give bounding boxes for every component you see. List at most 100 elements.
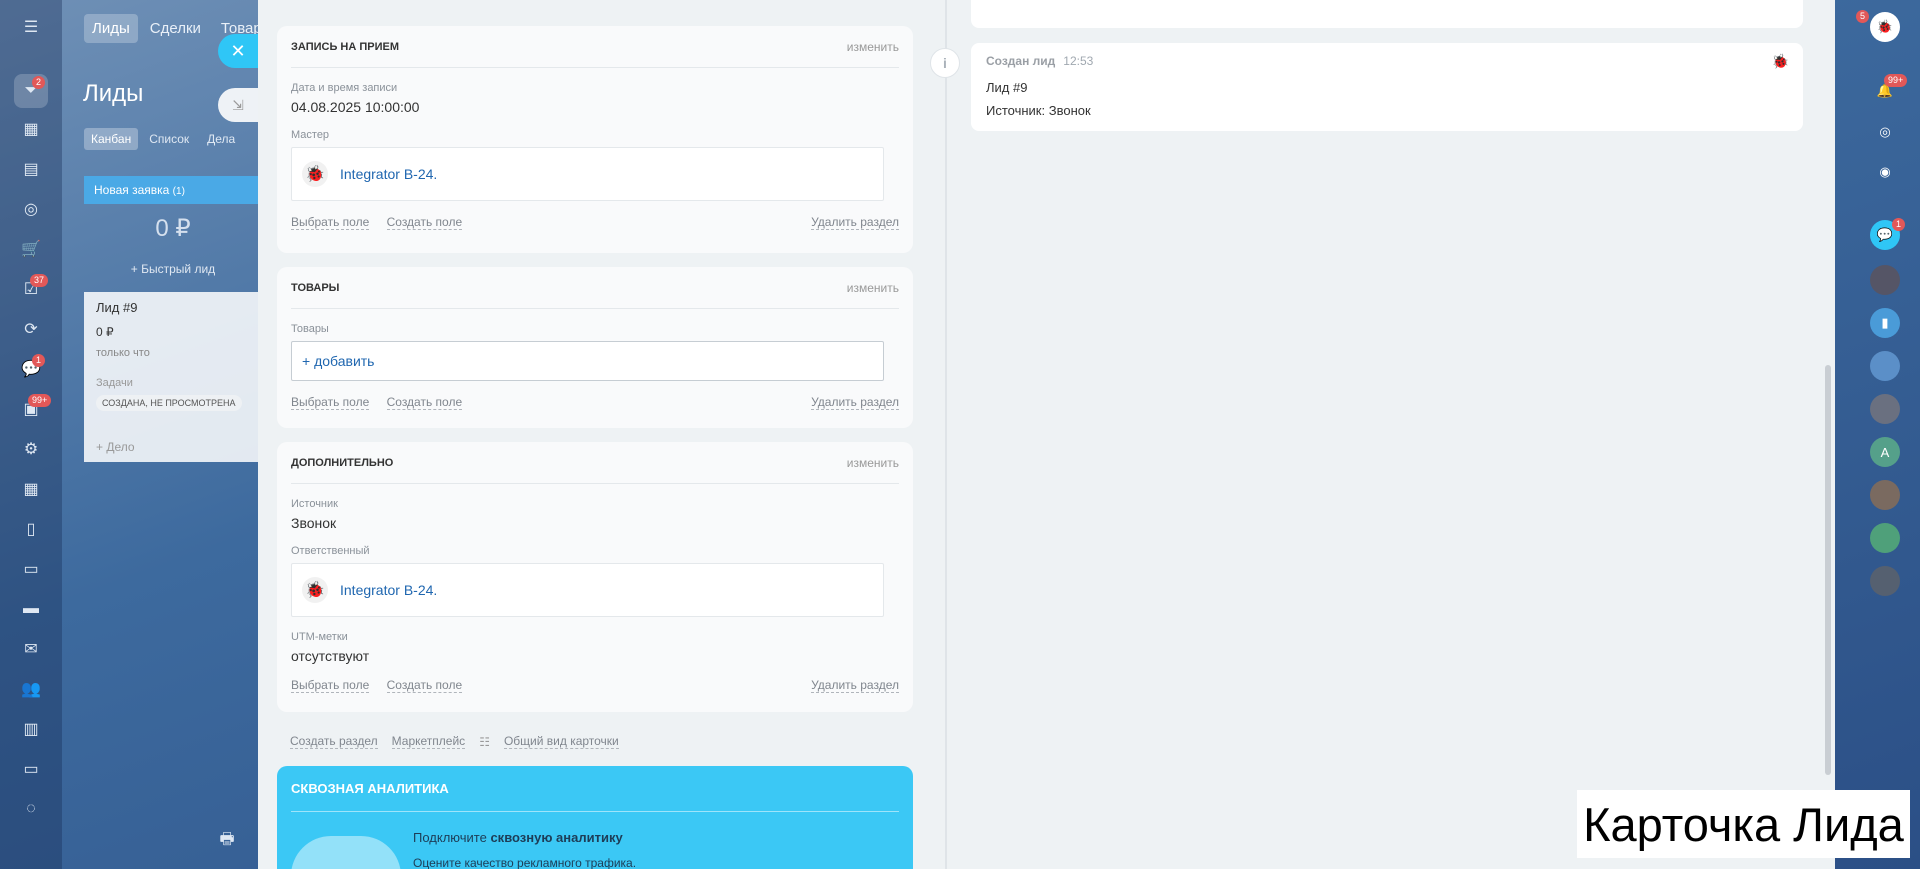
page-title: Лиды: [83, 80, 144, 107]
section-additional: ДОПОЛНИТЕЛЬНО изменить Источник Звонок О…: [277, 442, 913, 712]
master-name[interactable]: Integrator B-24.: [340, 166, 437, 182]
section-appointment: ЗАПИСЬ НА ПРИЕМ изменить Дата и время за…: [277, 26, 913, 253]
print-icon[interactable]: 🖶: [216, 830, 238, 852]
tasks-badge: 37: [30, 274, 49, 287]
promo-title: СКВОЗНАЯ АНАЛИТИКА: [291, 766, 899, 812]
create-field-link[interactable]: Создать поле: [386, 678, 463, 693]
minimize-slider-button[interactable]: ⇲: [218, 88, 258, 122]
timeline-line: [945, 0, 947, 869]
nav-deals[interactable]: Сделки: [142, 14, 209, 43]
column-title: Новая заявка: [94, 183, 170, 197]
settings-icon[interactable]: ⚙: [20, 438, 42, 460]
chat-badge: 1: [32, 354, 46, 367]
quick-lead-button[interactable]: + Быстрый лид: [84, 262, 262, 276]
edit-link[interactable]: изменить: [847, 456, 899, 470]
help-icon[interactable]: ◌: [20, 798, 42, 820]
bookmark-icon[interactable]: ▮: [1870, 308, 1900, 338]
contact-avatar-3[interactable]: [1870, 394, 1900, 424]
screen-icon[interactable]: ▭: [20, 558, 42, 580]
appointment-date[interactable]: 04.08.2025 10:00:00: [291, 99, 899, 115]
tab-activities[interactable]: Дела: [200, 128, 242, 150]
drive-icon[interactable]: ▬: [20, 598, 42, 620]
lead-card[interactable]: Лид #9 0 ₽ только что Задачи СОЗДАНА, НЕ…: [84, 292, 262, 462]
minimize-icon: ⇲: [232, 96, 244, 113]
tab-kanban[interactable]: Канбан: [84, 128, 139, 150]
contact-avatar-1[interactable]: [1870, 265, 1900, 295]
sync-icon[interactable]: ⟳: [20, 318, 42, 340]
responsible-user[interactable]: 🐞 Integrator B-24.: [291, 563, 884, 617]
section-products: ТОВАРЫ изменить Товары + добавить Выбрат…: [277, 267, 913, 428]
contact-avatar-6[interactable]: [1870, 523, 1900, 553]
bug-avatar-icon: 🐞: [302, 161, 328, 187]
source-value[interactable]: Звонок: [291, 515, 899, 531]
edit-link[interactable]: изменить: [847, 281, 899, 295]
menu-icon[interactable]: ☰: [20, 16, 42, 38]
scrollbar[interactable]: [1825, 365, 1831, 775]
view-tabs: Канбан Список Дела: [84, 128, 242, 150]
schedule-icon[interactable]: ▦: [20, 478, 42, 500]
bottom-links: Создать раздел Маркетплейс ☷ Общий вид к…: [290, 734, 619, 749]
field-label: UTM-метки: [291, 631, 348, 643]
messenger-badge: 1: [1892, 218, 1906, 231]
funnel-badge: 2: [32, 76, 46, 89]
marketplace-link[interactable]: Маркетплейс: [391, 734, 466, 749]
delete-section-link[interactable]: Удалить раздел: [811, 215, 899, 230]
column-sum: 0 ₽: [155, 215, 191, 242]
create-field-link[interactable]: Создать поле: [386, 395, 463, 410]
event-title: Создан лид: [986, 54, 1056, 68]
event-time: 12:53: [1063, 54, 1094, 68]
timeline-top-card: [971, 0, 1803, 28]
lead-card-slider: ЗАПИСЬ НА ПРИЕМ изменить Дата и время за…: [258, 0, 1835, 869]
section-title: ДОПОЛНИТЕЛЬНО: [291, 456, 394, 469]
chat-search-icon[interactable]: ◉: [1870, 157, 1900, 187]
user-avatar[interactable]: 🐞: [1870, 12, 1900, 42]
select-field-link[interactable]: Выбрать поле: [291, 678, 370, 693]
analytics-promo: СКВОЗНАЯ АНАЛИТИКА Подключите сквозную а…: [277, 766, 913, 869]
caption-overlay: Карточка Лида: [1577, 790, 1910, 858]
nav-leads[interactable]: Лиды: [84, 14, 138, 43]
card-icon[interactable]: ▭: [20, 758, 42, 780]
promo-subtext: Оцените качество рекламного трафика.: [413, 856, 637, 869]
calendar-icon[interactable]: ▦: [20, 118, 42, 140]
close-slider-button[interactable]: ✕: [218, 34, 258, 68]
lead-time: только что: [96, 347, 150, 359]
right-rail: 🐞 5 🔔 99+ ◎ ◉ 💬 1 ▮ A: [1848, 0, 1920, 869]
column-count: (1): [172, 186, 185, 197]
spiral-icon[interactable]: ◎: [1870, 117, 1900, 147]
bug-icon: 🐞: [1771, 53, 1789, 69]
contact-avatar-5[interactable]: [1870, 480, 1900, 510]
create-section-link[interactable]: Создать раздел: [290, 734, 378, 749]
cart-icon[interactable]: 🛒: [20, 238, 42, 260]
contact-avatar-4[interactable]: A: [1870, 437, 1900, 467]
target-icon[interactable]: ◎: [20, 198, 42, 220]
section-title: ТОВАРЫ: [291, 281, 340, 294]
add-product-button[interactable]: + добавить: [291, 341, 884, 381]
contact-avatar-2[interactable]: [1870, 351, 1900, 381]
event-lead: Лид #9: [986, 80, 1028, 95]
tab-list[interactable]: Список: [142, 128, 196, 150]
contacts-icon[interactable]: 👥: [20, 678, 42, 700]
delete-section-link[interactable]: Удалить раздел: [811, 395, 899, 410]
close-icon: ✕: [230, 40, 246, 61]
kanban-column-header[interactable]: Новая заявка (1): [84, 176, 262, 204]
select-field-link[interactable]: Выбрать поле: [291, 395, 370, 410]
bug-avatar-icon: 🐞: [302, 577, 328, 603]
inbox-icon[interactable]: ▤: [20, 158, 42, 180]
master-user[interactable]: 🐞 Integrator B-24.: [291, 147, 884, 201]
field-label: Источник: [291, 498, 338, 510]
edit-link[interactable]: изменить: [847, 40, 899, 54]
select-field-link[interactable]: Выбрать поле: [291, 215, 370, 230]
lead-title[interactable]: Лид #9: [96, 300, 250, 315]
card-view-link[interactable]: Общий вид карточки: [503, 734, 619, 749]
field-label: Ответственный: [291, 545, 370, 557]
create-field-link[interactable]: Создать поле: [386, 215, 463, 230]
lead-add-activity[interactable]: + Дело: [96, 440, 135, 454]
document-icon[interactable]: ▯: [20, 518, 42, 540]
notifications-badge: 99+: [1884, 74, 1908, 87]
contact-avatar-7[interactable]: [1870, 566, 1900, 596]
delete-section-link[interactable]: Удалить раздел: [811, 678, 899, 693]
mail-icon[interactable]: ✉: [20, 638, 42, 660]
promo-link[interactable]: сквозную аналитику: [490, 830, 622, 845]
responsible-name[interactable]: Integrator B-24.: [340, 582, 437, 598]
reports-icon[interactable]: ▥: [20, 718, 42, 740]
